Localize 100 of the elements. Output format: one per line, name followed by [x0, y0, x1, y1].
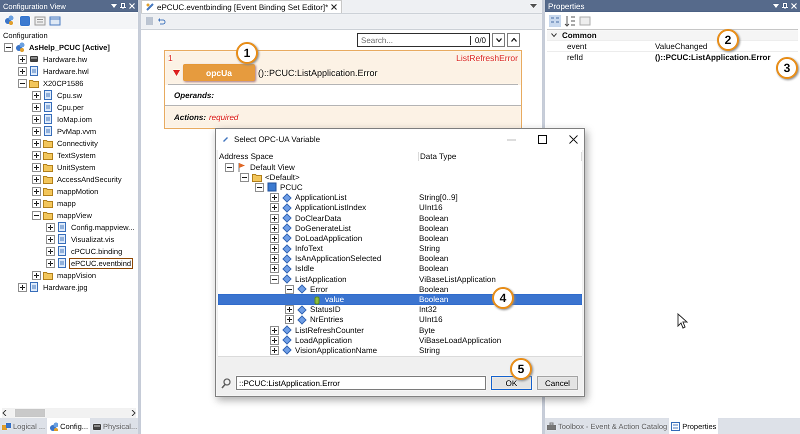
tree-item[interactable]: ApplicationListIndex	[295, 203, 366, 212]
flag-icon	[237, 162, 247, 172]
properties-icon	[671, 422, 680, 430]
tree-item[interactable]: VisionApplicationName	[295, 346, 378, 355]
expand-icon[interactable]	[270, 264, 279, 274]
expand-icon[interactable]	[32, 186, 41, 196]
collapse-icon[interactable]	[18, 78, 27, 88]
expand-icon[interactable]	[270, 326, 279, 335]
tree-item[interactable]: PCUC	[280, 182, 303, 192]
sort-icon[interactable]	[564, 14, 576, 26]
dropdown-icon[interactable]	[773, 3, 779, 9]
expand-icon[interactable]	[270, 224, 279, 233]
editor-tab[interactable]: ePCUC.eventbinding [Event Binding Set Editor]*	[141, 0, 342, 13]
tree-item[interactable]: DoLoadApplication	[295, 234, 362, 243]
expand-icon[interactable]	[32, 102, 41, 112]
expand-icon[interactable]	[32, 198, 41, 208]
search-box[interactable]: Search... 0/0	[357, 33, 490, 47]
tree-item[interactable]: IsAnApplicationSelected	[295, 254, 382, 264]
file-icon	[29, 66, 39, 76]
expand-icon[interactable]	[270, 193, 279, 202]
maximize-icon[interactable]	[538, 135, 547, 144]
expand-icon[interactable]	[270, 214, 279, 223]
file-icon	[57, 258, 67, 268]
expand-icon[interactable]	[285, 315, 294, 324]
cube-icon[interactable]	[19, 14, 31, 26]
expand-icon[interactable]	[32, 90, 41, 100]
close-icon[interactable]	[331, 4, 338, 10]
expand-icon[interactable]	[32, 162, 41, 172]
collapse-icon[interactable]	[270, 274, 279, 284]
tree-item[interactable]: Error	[310, 284, 328, 294]
property-value[interactable]: ()::PCUC:ListApplication.Error	[655, 52, 771, 62]
expand-icon[interactable]	[32, 114, 41, 124]
tree-item[interactable]: ListApplication	[295, 274, 347, 284]
dropdown-icon[interactable]	[530, 4, 537, 9]
tree-item[interactable]: value	[325, 295, 344, 304]
expand-icon[interactable]	[32, 150, 41, 160]
expand-icon[interactable]	[18, 282, 27, 292]
tree-item[interactable]: StatusID	[310, 305, 341, 314]
collapse-icon[interactable]	[240, 172, 249, 182]
blocks-icon	[2, 422, 11, 430]
path-field[interactable]: ::PCUC:ListApplication.Error	[236, 376, 486, 390]
expand-icon[interactable]	[18, 66, 27, 76]
tree-item[interactable]: NrEntries	[310, 315, 344, 324]
expand-icon[interactable]	[32, 126, 41, 136]
expand-icon[interactable]	[32, 174, 41, 184]
expand-icon[interactable]	[46, 234, 55, 244]
next-button[interactable]	[492, 33, 505, 47]
property-value[interactable]: ValueChanged	[655, 42, 708, 50]
tree-item[interactable]: DoGenerateList	[295, 224, 352, 233]
tree-item[interactable]: InfoText	[295, 244, 324, 254]
window-icon[interactable]	[49, 14, 61, 26]
file-icon	[29, 282, 39, 292]
column-header[interactable]: Data Type	[419, 152, 582, 160]
tree-item[interactable]: LoadApplication	[295, 336, 352, 345]
collapse-icon[interactable]	[4, 42, 13, 52]
pin-icon[interactable]	[782, 3, 788, 9]
tree-item[interactable]: <Default>	[265, 172, 300, 182]
dropdown-icon[interactable]	[111, 3, 117, 9]
pin-icon[interactable]	[120, 3, 126, 9]
scrollbar-thumb[interactable]	[15, 409, 45, 417]
undo-icon[interactable]	[157, 17, 166, 26]
collapse-icon[interactable]	[285, 284, 294, 294]
file-icon	[43, 114, 53, 124]
tree-item[interactable]: ListRefreshCounter	[295, 326, 364, 335]
property-name: event	[566, 42, 588, 50]
previous-button[interactable]	[507, 33, 520, 47]
expand-icon[interactable]	[270, 254, 279, 264]
expand-icon[interactable]	[270, 336, 279, 345]
collapse-icon[interactable]	[225, 162, 234, 172]
expand-icon[interactable]	[270, 346, 279, 355]
cancel-button[interactable]: Cancel	[536, 376, 578, 390]
ok-button[interactable]: OK	[490, 376, 532, 390]
column-header[interactable]: Address Space	[218, 152, 419, 160]
tree-item[interactable]: ApplicationList	[295, 193, 347, 202]
collapse-icon[interactable]	[255, 182, 264, 192]
expand-icon[interactable]	[18, 54, 27, 64]
scroll-right-icon	[131, 410, 136, 416]
list-icon[interactable]	[34, 14, 46, 26]
expand-icon[interactable]	[270, 244, 279, 254]
data-type: Boolean	[419, 295, 448, 304]
triangle-down-icon[interactable]	[173, 70, 180, 76]
tree-item[interactable]: DoClearData	[295, 214, 342, 223]
expand-icon[interactable]	[46, 258, 55, 268]
expand-icon[interactable]	[285, 305, 294, 314]
expand-icon[interactable]	[46, 246, 55, 256]
expand-icon[interactable]	[46, 222, 55, 232]
chevron-down-icon[interactable]	[551, 32, 557, 38]
tree-item[interactable]: Default View	[250, 162, 295, 172]
scroll-left-icon	[2, 410, 7, 416]
tree-item[interactable]: IsIdle	[295, 264, 314, 274]
categorized-icon[interactable]	[549, 14, 561, 26]
expand-icon[interactable]	[32, 270, 41, 280]
data-type: UInt16	[419, 315, 443, 324]
collapse-icon[interactable]	[32, 210, 41, 220]
close-icon[interactable]	[569, 135, 578, 144]
expand-icon[interactable]	[32, 138, 41, 148]
expand-icon[interactable]	[270, 203, 279, 212]
data-type: String[0..9]	[419, 193, 458, 202]
expand-icon[interactable]	[270, 234, 279, 243]
file-icon	[57, 246, 67, 256]
